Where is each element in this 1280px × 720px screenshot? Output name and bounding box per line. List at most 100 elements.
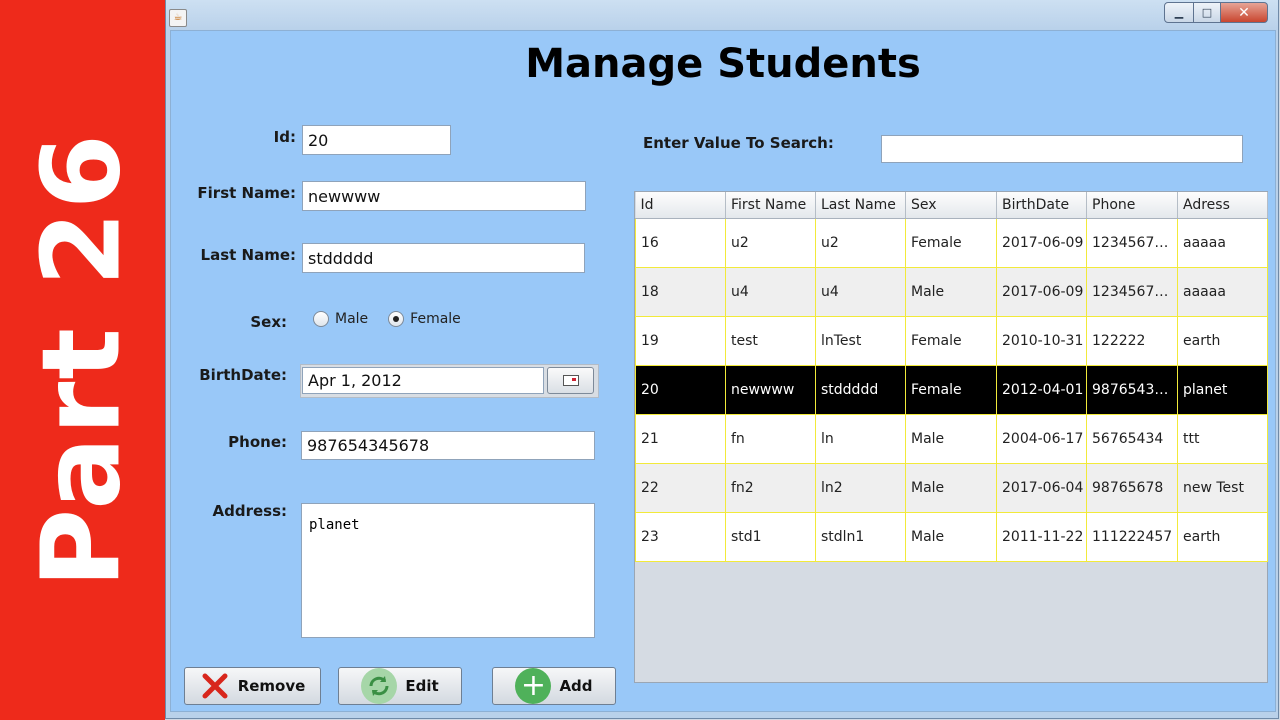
add-button-label: Add [559,677,593,695]
column-header[interactable]: Phone [1086,192,1178,219]
table-cell: Male [905,267,997,317]
table-row[interactable]: 19 test lnTest Female 2010-10-31 122222 … [635,316,1268,366]
table-cell: new Test [1177,463,1268,513]
table-cell: 2011-11-22 [996,512,1087,562]
table-cell: 111222457 [1086,512,1178,562]
table-cell: newwww [725,365,816,415]
table-cell: Female [905,365,997,415]
part-banner: Part 26 [0,0,165,720]
column-header[interactable]: Sex [905,192,997,219]
add-button[interactable]: + Add [492,667,616,705]
table-cell: std1 [725,512,816,562]
table-cell: stddddd [815,365,906,415]
table-cell: 19 [635,316,726,366]
sex-option-label: Male [335,311,369,327]
table-row[interactable]: 16 u2 u2 Female 2017-06-09 12345678... a… [635,218,1268,268]
table-cell: 98765434... [1086,365,1178,415]
edit-button[interactable]: Edit [338,667,462,705]
phone-label: Phone: [228,433,287,451]
java-app-icon[interactable]: ☕ [169,9,187,27]
table-row[interactable]: 22 fn2 ln2 Male 2017-06-04 98765678 new … [635,463,1268,513]
sex-option-male[interactable]: Male [313,311,368,327]
students-table: Id First Name Last Name Sex BirthDate Ph… [635,192,1268,562]
table-cell: u4 [725,267,816,317]
table-cell: u4 [815,267,906,317]
first-name-field[interactable]: newwww [302,181,586,211]
radio-unchecked-icon[interactable] [313,311,329,327]
table-cell: aaaaa [1177,218,1268,268]
table-cell: stdln1 [815,512,906,562]
search-input[interactable] [881,135,1243,163]
column-header[interactable]: First Name [725,192,816,219]
remove-button-label: Remove [237,677,306,695]
table-cell: u2 [815,218,906,268]
remove-x-icon [200,671,230,701]
maximize-button[interactable]: □ [1194,2,1221,23]
last-name-field[interactable]: stddddd [302,243,585,273]
table-row[interactable]: 18 u4 u4 Male 2017-06-09 12345678... aaa… [635,267,1268,317]
column-header[interactable]: Adress [1177,192,1268,219]
table-row[interactable]: 23 std1 stdln1 Male 2011-11-22 111222457… [635,512,1268,562]
calendar-icon [562,375,579,386]
table-cell: planet [1177,365,1268,415]
table-cell: 2017-06-04 [996,463,1087,513]
table-cell: 98765678 [1086,463,1178,513]
table-row[interactable]: 21 fn ln Male 2004-06-17 56765434 ttt [635,414,1268,464]
table-cell: 2004-06-17 [996,414,1087,464]
table-cell: 21 [635,414,726,464]
search-label: Enter Value To Search: [643,134,834,152]
students-table-panel: Id First Name Last Name Sex BirthDate Ph… [634,191,1268,683]
refresh-icon [361,668,398,704]
sex-option-female[interactable]: Female [388,311,461,327]
sex-radio-group: Male Female [313,311,481,327]
table-cell: aaaaa [1177,267,1268,317]
first-name-label: First Name: [197,184,296,202]
radio-checked-icon[interactable] [388,311,405,327]
table-cell: ln2 [815,463,906,513]
sex-label: Sex: [250,313,287,331]
window-controls: ▁ □ ✕ [1164,2,1268,24]
table-cell: 23 [635,512,726,562]
address-textarea[interactable]: planet [301,503,595,638]
sex-option-label: Female [410,311,461,327]
table-cell: 2017-06-09 [996,267,1087,317]
id-field[interactable]: 20 [302,125,451,155]
content-panel: Manage Students Id: 20 First Name: newww… [170,30,1276,712]
plus-icon: + [515,668,552,704]
remove-button[interactable]: Remove [184,667,321,705]
table-cell: test [725,316,816,366]
birthdate-field[interactable]: Apr 1, 2012 [302,367,544,394]
table-row-selected[interactable]: 20 newwww stddddd Female 2012-04-01 9876… [635,365,1268,415]
table-cell: 2012-04-01 [996,365,1087,415]
column-header[interactable]: Id [635,192,726,219]
table-cell: fn [725,414,816,464]
table-cell: 12345678... [1086,218,1178,268]
calendar-button[interactable] [547,367,594,394]
table-cell: Male [905,512,997,562]
table-cell: 122222 [1086,316,1178,366]
column-header[interactable]: Last Name [815,192,906,219]
page-title: Manage Students [525,41,921,87]
table-cell: earth [1177,316,1268,366]
table-cell: 18 [635,267,726,317]
table-cell: ln [815,414,906,464]
table-cell: Female [905,218,997,268]
column-header[interactable]: BirthDate [996,192,1087,219]
table-cell: 2017-06-09 [996,218,1087,268]
table-cell: 16 [635,218,726,268]
table-cell: lnTest [815,316,906,366]
table-cell: 22 [635,463,726,513]
table-cell: 12345678... [1086,267,1178,317]
app-window: ☕ ▁ □ ✕ Manage Students Id: 20 First Nam… [165,0,1279,719]
title-bar: ☕ ▁ □ ✕ [166,0,1278,30]
table-cell: fn2 [725,463,816,513]
table-header-row: Id First Name Last Name Sex BirthDate Ph… [635,192,1268,219]
close-button[interactable]: ✕ [1221,2,1268,23]
minimize-button[interactable]: ▁ [1164,2,1194,23]
table-cell: earth [1177,512,1268,562]
banner-text: Part 26 [19,132,145,588]
table-cell: 2010-10-31 [996,316,1087,366]
table-cell: 56765434 [1086,414,1178,464]
table-cell: ttt [1177,414,1268,464]
phone-field[interactable]: 987654345678 [301,431,595,460]
